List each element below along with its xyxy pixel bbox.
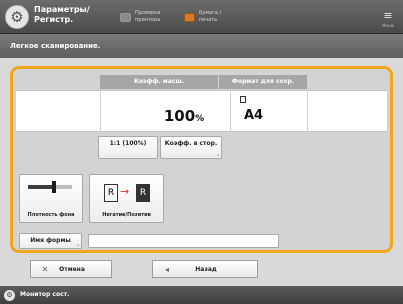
negative-positive-label: Негатив/Позитив [102, 212, 151, 218]
top-header: ⚙ Параметры/ Регистр. Проверка принтера … [0, 0, 403, 34]
zoom-ratio-header: Коэфф. масш. [100, 75, 218, 89]
menu-icon: ≡ [383, 9, 393, 22]
settings-value-area: 100% A4 [16, 90, 387, 132]
corner-indicator-icon: ⌟ [217, 151, 219, 156]
document-name-label: Имя формы [30, 237, 71, 244]
paper-size-value[interactable]: A4 [244, 108, 263, 123]
close-icon: ✕ [41, 264, 49, 274]
zoom-unit: % [195, 114, 205, 124]
status-monitor-label: Проверка принтера [135, 10, 161, 23]
separator [307, 92, 308, 132]
menu-label: Меню [382, 23, 394, 28]
zoom-ratio-button[interactable]: Коэфф. в стор. ⌟ [160, 136, 222, 159]
paper-status-button[interactable]: Бумага / печать [184, 5, 235, 29]
corner-indicator-icon: ⌟ [77, 241, 79, 246]
paper-icon [184, 12, 195, 22]
back-label: Назад [195, 265, 217, 273]
document-name-field[interactable] [88, 234, 279, 248]
paper-size-header: Формат для сохр. [219, 75, 307, 89]
zoom-ratio-label: Коэфф. в стор. [164, 140, 218, 147]
separator [230, 92, 231, 132]
cancel-button[interactable]: ✕ Отмена [30, 260, 112, 278]
status-monitor-bar[interactable]: ⚙ Монитор сост. [0, 286, 403, 304]
one-to-one-button[interactable]: 1:1 (100%) [98, 136, 158, 159]
zoom-number: 100 [163, 107, 196, 125]
back-button[interactable]: ◂ Назад [152, 260, 258, 278]
zoom-ratio-value[interactable]: 100% [149, 107, 219, 125]
status-monitor-label: Монитор сост. [20, 291, 70, 298]
menu-button[interactable]: ≡ Меню [377, 4, 399, 30]
printer-icon [120, 12, 131, 22]
status-monitor-icon: ⚙ [4, 290, 15, 301]
page-subtitle: Легкое сканирование. [0, 34, 403, 58]
arrow-right-icon: → [120, 185, 130, 198]
paper-size-icon [240, 96, 246, 103]
back-arrow-icon: ◂ [164, 264, 169, 274]
density-slider [28, 181, 72, 193]
density-slider-thumb [52, 181, 57, 193]
scan-settings-panel: Коэфф. масш. Формат для сохр. 100% A4 1:… [10, 66, 393, 253]
inverted-page-icon: R [136, 184, 150, 202]
paper-status-label: Бумага / печать [199, 10, 222, 23]
document-name-button[interactable]: Имя формы ⌟ [19, 233, 82, 249]
app-title: Параметры/ Регистр. [34, 5, 90, 24]
density-slider-fill [28, 185, 55, 189]
cancel-label: Отмена [59, 265, 85, 273]
background-density-label: Плотность фона [27, 212, 75, 218]
separator [100, 92, 101, 132]
negative-positive-button[interactable]: R → R Негатив/Позитив [89, 174, 164, 223]
settings-logo-icon[interactable]: ⚙ [5, 5, 29, 29]
one-to-one-label: 1:1 (100%) [109, 140, 147, 147]
status-monitor-button[interactable]: Проверка принтера [120, 5, 173, 29]
background-density-button[interactable]: Плотность фона [19, 174, 83, 223]
original-page-icon: R [104, 184, 118, 202]
